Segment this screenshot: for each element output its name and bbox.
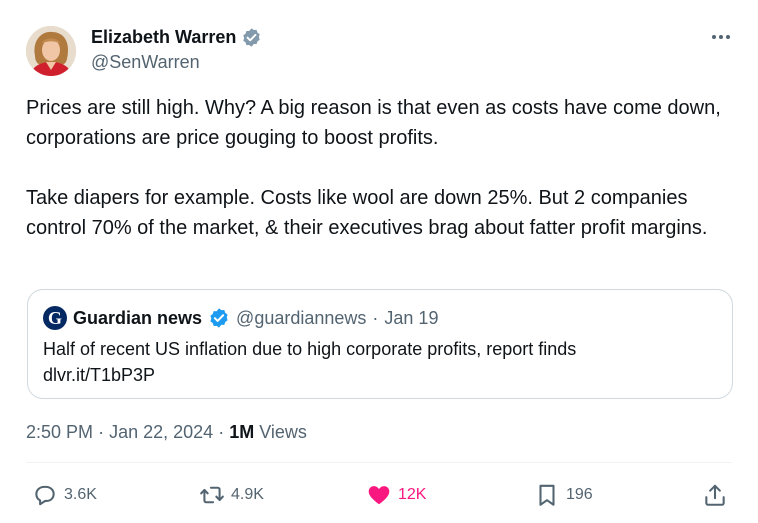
quoted-link[interactable]: dlvr.it/T1bP3P bbox=[43, 362, 713, 388]
heart-icon bbox=[368, 486, 390, 505]
author-name-row[interactable]: Elizabeth Warren bbox=[91, 27, 262, 48]
views-count: 1M bbox=[229, 422, 255, 442]
more-horizontal-icon bbox=[712, 35, 716, 39]
quoted-tweet-text: Half of recent US inflation due to high … bbox=[43, 336, 713, 388]
quoted-tweet-header: G Guardian news @guardiannews · Jan 19 bbox=[43, 306, 438, 330]
more-options-button[interactable] bbox=[709, 27, 733, 47]
reply-count: 3.6K bbox=[64, 486, 97, 503]
tweet-date[interactable]: Jan 22, 2024 bbox=[109, 422, 213, 442]
quoted-headline: Half of recent US inflation due to high … bbox=[43, 339, 577, 359]
author-avatar[interactable] bbox=[26, 26, 76, 76]
meta-separator: · bbox=[98, 422, 105, 442]
divider bbox=[26, 462, 732, 463]
tweet-paragraph-2: Take diapers for example. Costs like woo… bbox=[26, 187, 708, 239]
tweet-paragraph-1: Prices are still high. Why? A big reason… bbox=[26, 97, 721, 149]
quoted-tweet[interactable]: G Guardian news @guardiannews · Jan 19 H… bbox=[27, 289, 733, 399]
like-button[interactable]: 12K bbox=[366, 482, 426, 508]
quoted-source-name[interactable]: Guardian news bbox=[73, 308, 202, 329]
repost-button[interactable]: 4.9K bbox=[199, 482, 264, 508]
tweet-text: Prices are still high. Why? A big reason… bbox=[26, 93, 726, 243]
share-icon bbox=[705, 484, 725, 506]
reply-button[interactable]: 3.6K bbox=[32, 482, 97, 508]
views-label: Views bbox=[259, 422, 307, 442]
bookmark-count: 196 bbox=[566, 486, 593, 503]
author-name[interactable]: Elizabeth Warren bbox=[91, 27, 236, 48]
more-dot bbox=[726, 35, 730, 39]
like-count: 12K bbox=[398, 486, 427, 503]
repost-count: 4.9K bbox=[231, 486, 264, 503]
share-button[interactable] bbox=[702, 482, 728, 508]
more-dot bbox=[719, 35, 723, 39]
tweet-card: Elizabeth Warren @SenWarren Prices are s… bbox=[0, 0, 758, 523]
verified-badge-icon bbox=[210, 308, 228, 328]
reply-icon bbox=[35, 485, 55, 506]
portrait-avatar-icon bbox=[26, 26, 76, 76]
author-handle[interactable]: @SenWarren bbox=[91, 52, 200, 73]
quoted-source-handle[interactable]: @guardiannews bbox=[236, 308, 366, 329]
meta-separator: · bbox=[218, 422, 225, 442]
bookmark-button[interactable]: 196 bbox=[534, 482, 593, 508]
quoted-tweet-date[interactable]: Jan 19 bbox=[384, 308, 438, 329]
meta-separator: · bbox=[372, 307, 379, 328]
tweet-time[interactable]: 2:50 PM bbox=[26, 422, 93, 442]
bookmark-icon bbox=[539, 484, 555, 506]
tweet-timestamp-row: 2:50 PM · Jan 22, 2024 · 1M Views bbox=[26, 422, 307, 443]
guardian-logo-icon: G bbox=[43, 306, 67, 330]
verified-badge-icon bbox=[243, 28, 261, 47]
repost-icon bbox=[200, 486, 224, 504]
